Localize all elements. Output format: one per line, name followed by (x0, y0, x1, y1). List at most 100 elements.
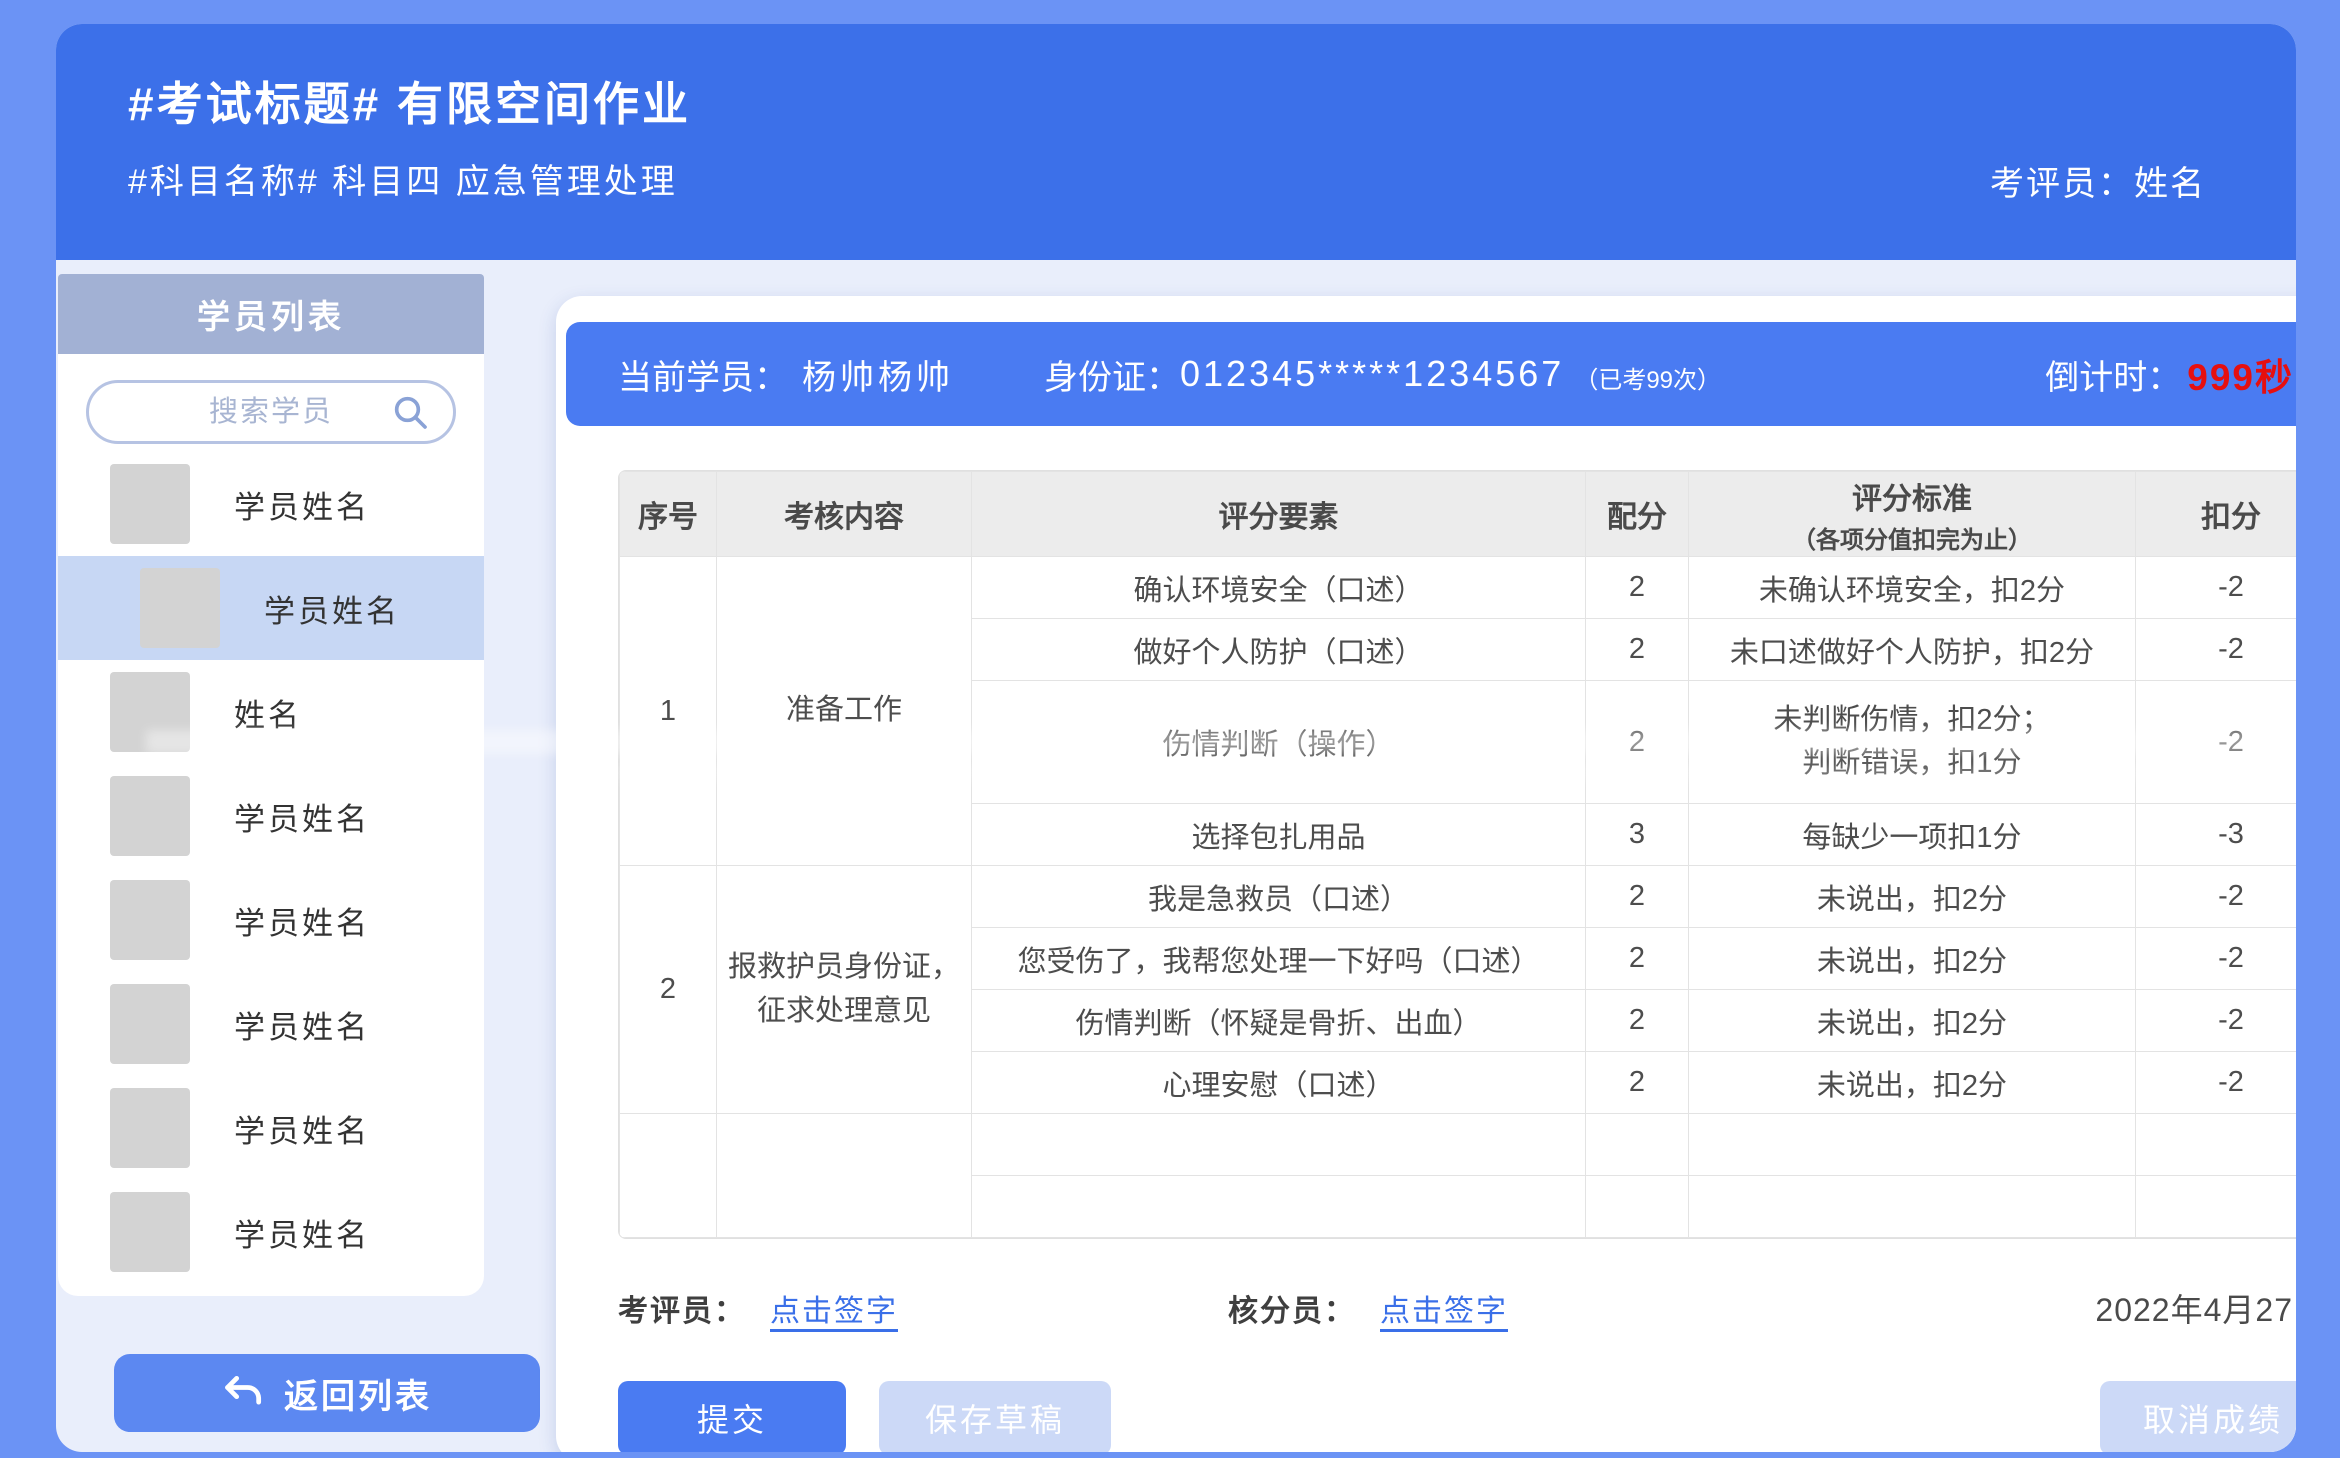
submit-button[interactable]: 提交 (618, 1381, 846, 1452)
standard-cell (1689, 1176, 2136, 1238)
current-student-name: 杨帅杨帅 (802, 350, 954, 399)
col-header-standard: 评分标准（各项分值扣完为止） (1689, 472, 2136, 557)
col-header-content: 考核内容 (717, 472, 972, 557)
score-cell: 2 (1586, 928, 1689, 990)
student-avatar (110, 1088, 190, 1168)
subject-name: #科目名称# 科目四 应急管理处理 (128, 154, 678, 203)
app-window: #考试标题# 有限空间作业 #科目名称# 科目四 应急管理处理 考评员：姓名 学… (56, 24, 2296, 1452)
action-buttons: 提交 保存草稿 取消成绩 (618, 1381, 2296, 1452)
student-list-item[interactable]: 学员姓名 (58, 868, 484, 972)
col-header-factor: 评分要素 (972, 472, 1586, 557)
section-no-cell (620, 1114, 717, 1238)
standard-cell (1689, 1114, 2136, 1176)
student-name: 学员姓名 (234, 1210, 370, 1255)
factor-cell (972, 1114, 1586, 1176)
student-name: 学员姓名 (234, 898, 370, 943)
countdown-value: 999秒 (2187, 347, 2294, 401)
factor-cell: 做好个人防护（口述） (972, 619, 1586, 681)
search-icon[interactable] (390, 392, 430, 432)
col-header-score: 配分 (1586, 472, 1689, 557)
student-avatar (110, 880, 190, 960)
scorer-sign-link[interactable]: 点击签字 (1380, 1286, 1508, 1330)
factor-cell (972, 1176, 1586, 1238)
signature-row: 考评员： 点击签字 核分员： 点击签字 2022年4月27日 (618, 1285, 2296, 1331)
deduct-cell: -2 (2136, 681, 2297, 804)
footer-examiner-label: 考评员： (618, 1286, 746, 1330)
deduct-cell: -2 (2136, 557, 2297, 619)
id-card-value: 012345*****1234567 (1180, 353, 1564, 395)
save-draft-button[interactable]: 保存草稿 (879, 1381, 1111, 1452)
score-table: 序号 考核内容 评分要素 配分 评分标准（各项分值扣完为止） 扣分 1 准备工作 (618, 470, 2296, 1239)
score-cell: 2 (1586, 1052, 1689, 1114)
student-search (86, 380, 456, 444)
table-row: 1 准备工作 确认环境安全（口述） 2 未确认环境安全，扣2分 -2 (620, 557, 2297, 619)
deduct-cell: -3 (2136, 804, 2297, 866)
score-cell: 2 (1586, 681, 1689, 804)
examiner-info: 考评员：姓名 (1990, 156, 2206, 205)
app-header: #考试标题# 有限空间作业 #科目名称# 科目四 应急管理处理 考评员：姓名 (56, 24, 2296, 260)
scorer-label: 核分员： (1228, 1286, 1356, 1330)
table-empty-row (620, 1114, 2297, 1176)
standard-cell: 未说出，扣2分 (1689, 866, 2136, 928)
deduct-cell: -2 (2136, 990, 2297, 1052)
back-to-list-button[interactable]: 返回列表 (114, 1354, 540, 1432)
col-header-standard-line2: （各项分值扣完为止） (1697, 520, 2127, 555)
id-card-label: 身份证： (1044, 350, 1180, 399)
student-list-title: 学员列表 (58, 274, 484, 354)
exam-date: 2022年4月27日 (2095, 1285, 2296, 1331)
score-cell (1586, 1114, 1689, 1176)
student-list-item-selected[interactable]: 学员姓名 (58, 556, 484, 660)
deduct-cell: -2 (2136, 866, 2297, 928)
deduct-cell: -2 (2136, 928, 2297, 990)
section-content-cell: 准备工作 (717, 557, 972, 866)
cancel-score-button[interactable]: 取消成绩 (2100, 1381, 2296, 1452)
section-no-cell: 2 (620, 866, 717, 1114)
student-avatar (110, 1192, 190, 1272)
examiner-name: 姓名 (2134, 165, 2206, 203)
table-row: 2 报救护员身份证， 征求处理意见 我是急救员（口述） 2 未说出，扣2分 -2 (620, 866, 2297, 928)
countdown-label: 倒计时： (2045, 350, 2181, 399)
attempt-count: （已考99次） (1574, 360, 1721, 395)
section-content-cell: 报救护员身份证， 征求处理意见 (717, 866, 972, 1114)
score-panel: 当前学员： 杨帅杨帅 身份证： 012345*****1234567 （已考99… (556, 296, 2296, 1452)
col-header-no: 序号 (620, 472, 717, 557)
student-avatar (140, 568, 220, 648)
examiner-sign-link[interactable]: 点击签字 (770, 1286, 898, 1330)
student-name: 学员姓名 (234, 794, 370, 839)
student-list-item[interactable]: 学员姓名 (58, 972, 484, 1076)
student-name: 学员姓名 (264, 586, 400, 631)
standard-cell: 未口述做好个人防护，扣2分 (1689, 619, 2136, 681)
student-list-item[interactable]: 学员姓名 (58, 764, 484, 868)
deduct-cell (2136, 1114, 2297, 1176)
student-name: 学员姓名 (234, 1002, 370, 1047)
factor-cell: 确认环境安全（口述） (972, 557, 1586, 619)
standard-cell: 每缺少一项扣1分 (1689, 804, 2136, 866)
deduct-cell: -2 (2136, 619, 2297, 681)
section-content-cell (717, 1114, 972, 1238)
student-avatar (110, 672, 190, 752)
factor-cell: 我是急救员（口述） (972, 866, 1586, 928)
factor-cell: 您受伤了，我帮您处理一下好吗（口述） (972, 928, 1586, 990)
score-cell: 2 (1586, 557, 1689, 619)
student-avatar (110, 984, 190, 1064)
deduct-cell: -2 (2136, 1052, 2297, 1114)
student-name: 学员姓名 (234, 482, 370, 527)
standard-cell: 未说出，扣2分 (1689, 928, 2136, 990)
factor-cell: 心理安慰（口述） (972, 1052, 1586, 1114)
student-list-item[interactable]: 姓名 (58, 660, 484, 764)
standard-cell: 未确认环境安全，扣2分 (1689, 557, 2136, 619)
score-cell: 3 (1586, 804, 1689, 866)
student-list-item[interactable]: 学员姓名 (58, 1180, 484, 1284)
score-cell: 2 (1586, 990, 1689, 1052)
exam-title: #考试标题# 有限空间作业 (128, 68, 691, 134)
student-avatar (110, 464, 190, 544)
countdown: 倒计时：999秒 (2045, 347, 2294, 401)
student-list-item[interactable]: 学员姓名 (58, 452, 484, 556)
factor-cell: 伤情判断（操作） (972, 681, 1586, 804)
score-cell: 2 (1586, 619, 1689, 681)
student-avatar (110, 776, 190, 856)
standard-cell: 未说出，扣2分 (1689, 1052, 2136, 1114)
student-list: 学员姓名 学员姓名 姓名 学员姓名 学员姓名 (58, 354, 484, 1296)
section-no-cell: 1 (620, 557, 717, 866)
student-list-item[interactable]: 学员姓名 (58, 1076, 484, 1180)
